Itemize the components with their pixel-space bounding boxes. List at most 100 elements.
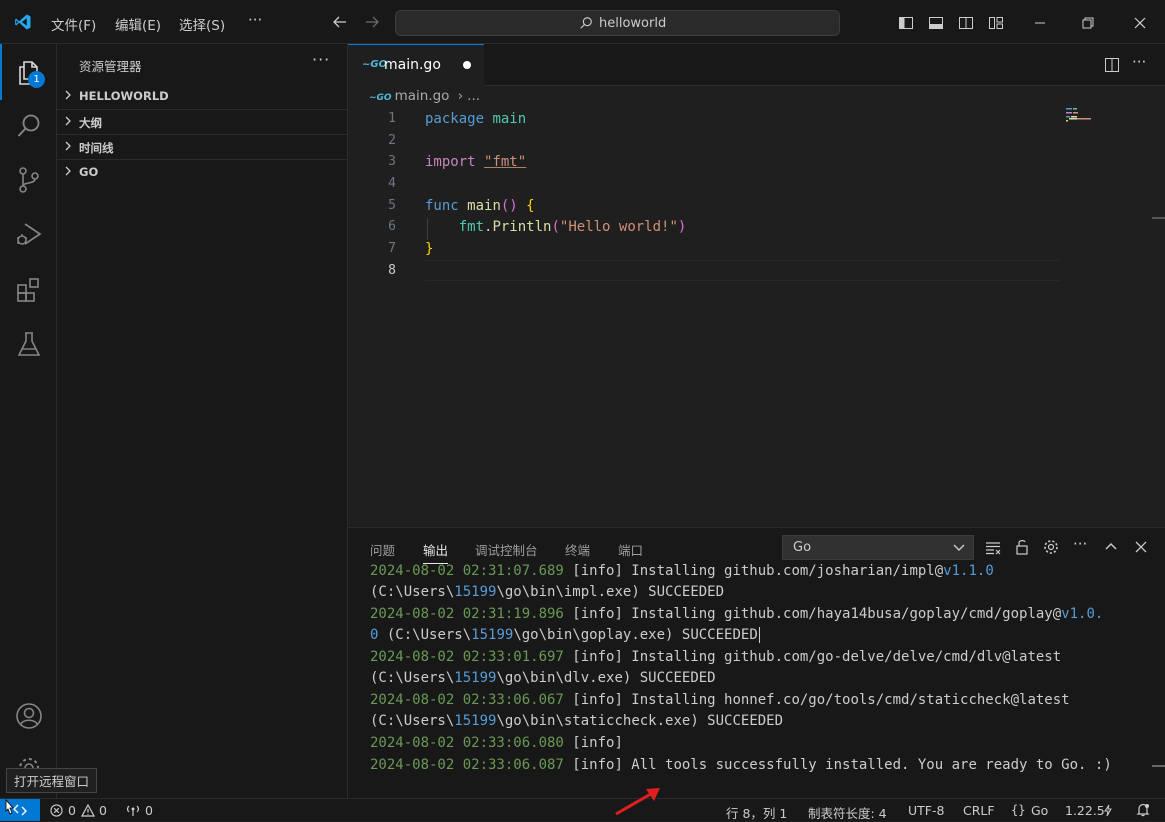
- breadcrumb-file[interactable]: main.go: [395, 88, 450, 104]
- bottom-panel: 问题 输出 调试控制台 终端 端口 Go ··· 2024-08-02 02:3…: [348, 527, 1165, 798]
- tab-debug-console[interactable]: 调试控制台: [475, 540, 538, 559]
- panel-scroll-marker: [1152, 765, 1165, 767]
- ports-count[interactable]: 0: [145, 803, 153, 818]
- customize-layout-icon[interactable]: [988, 15, 1004, 31]
- menu-edit[interactable]: 编辑(E): [115, 14, 161, 34]
- log-line: (C:\Users\15199\go\bin\impl.exe) SUCCEED…: [370, 584, 725, 600]
- command-center-search[interactable]: helloworld: [395, 10, 840, 36]
- breadcrumb-symbol[interactable]: ...: [467, 88, 480, 104]
- unsaved-dot-icon[interactable]: [463, 61, 471, 69]
- forward-arrow-icon[interactable]: [364, 14, 380, 30]
- line-number: 5: [388, 198, 396, 213]
- output-channel-value: Go: [793, 540, 812, 555]
- editor-tab-bar: ~GO main.go ···: [348, 44, 1165, 86]
- line-number: 4: [388, 176, 396, 191]
- testing-flask-icon[interactable]: [15, 330, 43, 358]
- search-view-icon[interactable]: [15, 112, 43, 140]
- editor-more-actions[interactable]: ···: [1132, 53, 1146, 71]
- remote-tooltip: 打开远程窗口: [6, 768, 98, 793]
- minimize-icon[interactable]: [1033, 16, 1047, 30]
- accounts-icon[interactable]: [15, 702, 43, 730]
- chevron-right-icon: [65, 166, 71, 176]
- tab-filename: main.go: [384, 57, 441, 73]
- maximize-panel-icon[interactable]: [1104, 540, 1118, 554]
- run-debug-icon[interactable]: [15, 220, 43, 248]
- go-file-icon: ~GO: [369, 93, 392, 103]
- line-number: 2: [388, 133, 396, 148]
- log-line: 2024-08-02 02:33:01.697 [info] Installin…: [370, 649, 1062, 665]
- code-line-3: import "fmt": [425, 154, 527, 170]
- log-line: 2024-08-02 02:31:07.689 [info] Installin…: [370, 563, 994, 579]
- section-label: 大纲: [79, 116, 102, 130]
- go-version[interactable]: 1.22.5: [1065, 803, 1105, 818]
- end-of-line[interactable]: CRLF: [963, 803, 995, 818]
- log-line: (C:\Users\15199\go\bin\dlv.exe) SUCCEEDE…: [370, 670, 716, 686]
- panel-more-actions[interactable]: ···: [1073, 535, 1087, 553]
- title-bar: 文件(F) 编辑(E) 选择(S) ··· helloworld: [0, 0, 1165, 44]
- toggle-primary-sidebar-icon[interactable]: [898, 15, 914, 31]
- activity-bar: 1: [0, 44, 57, 798]
- log-line: 2024-08-02 02:31:19.896 [info] Installin…: [370, 606, 1104, 622]
- warning-icon: [81, 804, 95, 817]
- explorer-title: 资源管理器: [79, 59, 142, 74]
- ports-antenna-icon: [126, 805, 140, 816]
- explorer-more-actions[interactable]: ···: [312, 50, 330, 69]
- chevron-right-icon: [65, 116, 71, 126]
- source-control-icon[interactable]: [15, 166, 43, 194]
- breadcrumb-separator-icon: ›: [457, 88, 464, 104]
- tab-output[interactable]: 输出: [423, 540, 449, 564]
- toggle-secondary-sidebar-icon[interactable]: [958, 15, 974, 31]
- vscode-logo-icon: [15, 14, 31, 30]
- menu-more[interactable]: ···: [248, 11, 262, 29]
- section-timeline[interactable]: 时间线: [57, 134, 347, 159]
- split-editor-icon[interactable]: [1104, 57, 1120, 73]
- breadcrumb: ~GO main.go ›...: [369, 88, 480, 104]
- section-go[interactable]: GO: [57, 159, 347, 184]
- overview-ruler-marker: [1152, 217, 1165, 219]
- cursor-position[interactable]: 行 8，列 1: [726, 803, 787, 822]
- remote-icon: [13, 804, 27, 816]
- line-number: 1: [388, 111, 396, 126]
- toggle-panel-icon[interactable]: [928, 15, 944, 31]
- error-count[interactable]: 0: [68, 803, 76, 818]
- clear-output-icon[interactable]: [985, 540, 1001, 556]
- close-window-icon[interactable]: [1133, 16, 1147, 30]
- chevron-right-icon: [65, 141, 71, 151]
- section-helloworld[interactable]: HELLOWORLD: [57, 84, 347, 109]
- restore-icon[interactable]: [1081, 16, 1095, 30]
- search-icon: [580, 17, 592, 29]
- warning-count[interactable]: 0: [99, 803, 107, 818]
- extensions-icon[interactable]: [15, 276, 43, 304]
- minimap[interactable]: [1066, 107, 1106, 125]
- chevron-right-icon: [65, 90, 71, 100]
- notifications-bell-icon[interactable]: [1136, 803, 1150, 817]
- back-arrow-icon[interactable]: [332, 14, 348, 30]
- mouse-pointer-icon: [5, 799, 14, 815]
- tab-size[interactable]: 制表符长度: 4: [808, 803, 887, 822]
- menu-selection[interactable]: 选择(S): [179, 14, 225, 34]
- code-line-7: }: [425, 241, 434, 257]
- active-indicator: [0, 44, 2, 100]
- error-icon: [50, 804, 63, 817]
- log-line: 2024-08-02 02:33:06.067 [info] Installin…: [370, 692, 1070, 708]
- status-bar: 0 0 0 行 8，列 1 制表符长度: 4 UTF-8 CRLF {} Go …: [0, 798, 1165, 821]
- code-line-5: func main() {: [425, 198, 535, 214]
- file-encoding[interactable]: UTF-8: [908, 803, 944, 818]
- lock-scroll-icon[interactable]: [1014, 539, 1030, 555]
- tab-terminal[interactable]: 终端: [565, 540, 590, 559]
- chevron-down-icon: [953, 544, 965, 551]
- output-settings-gear-icon[interactable]: [1043, 539, 1059, 555]
- line-number: 6: [388, 219, 396, 234]
- language-mode[interactable]: Go: [1031, 803, 1048, 818]
- log-line: 0 (C:\Users\15199\go\bin\goplay.exe) SUC…: [370, 627, 760, 643]
- section-label: 时间线: [79, 141, 114, 155]
- log-line: (C:\Users\15199\go\bin\staticcheck.exe) …: [370, 713, 784, 729]
- section-outline[interactable]: 大纲: [57, 109, 347, 134]
- menu-file[interactable]: 文件(F): [51, 14, 96, 34]
- current-line-highlight: [425, 260, 1060, 281]
- output-channel-select[interactable]: Go: [782, 535, 974, 560]
- tab-ports[interactable]: 端口: [618, 540, 643, 559]
- tab-main-go[interactable]: ~GO main.go: [348, 44, 484, 86]
- tab-problems[interactable]: 问题: [370, 540, 395, 559]
- close-panel-icon[interactable]: [1134, 540, 1148, 554]
